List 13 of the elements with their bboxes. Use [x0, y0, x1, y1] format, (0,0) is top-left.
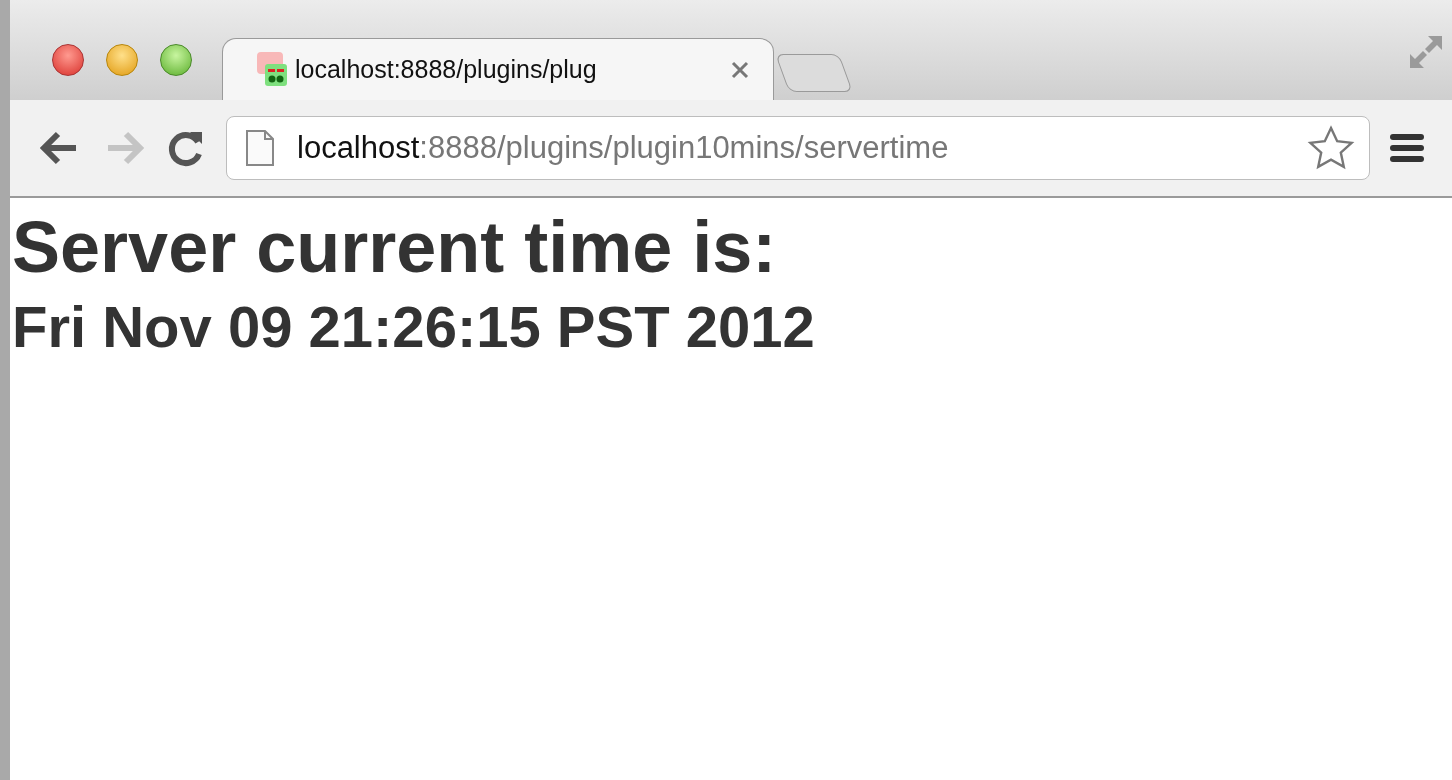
address-bar[interactable]: localhost:8888/plugins/plugin10mins/servertime	[226, 116, 1370, 180]
close-window-button[interactable]	[52, 44, 84, 76]
page-heading: Server current time is:	[12, 206, 778, 289]
url-text: localhost:8888/plugins/plugin10mins/servertime	[297, 128, 950, 167]
close-tab-icon[interactable]	[731, 60, 749, 79]
browser-tab[interactable]: localhost:8888/plugins/plug	[222, 38, 774, 100]
star-icon[interactable]	[1307, 125, 1355, 171]
zoom-window-button[interactable]	[160, 44, 192, 76]
server-time: Fri Nov 09 21:26:15 PST 2012	[12, 292, 816, 361]
tab-title: localhost:8888/plugins/plug	[295, 53, 598, 85]
menu-icon[interactable]	[1390, 131, 1424, 165]
page-icon	[245, 129, 275, 167]
minimize-window-button[interactable]	[106, 44, 138, 76]
